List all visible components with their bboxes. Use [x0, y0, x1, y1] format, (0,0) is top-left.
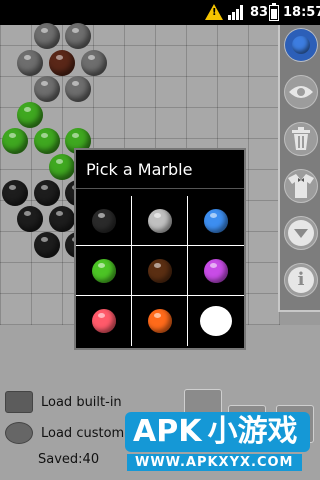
dialog-divider: [76, 188, 244, 189]
marble-option: [91, 309, 116, 333]
board-marble[interactable]: [81, 50, 107, 76]
blue-marble-icon[interactable]: [284, 28, 318, 62]
marble-grid: [76, 196, 244, 346]
apk-logo-cn: 小游戏: [207, 414, 298, 449]
marble-option: [91, 258, 116, 283]
marble-option-blue[interactable]: [188, 196, 244, 246]
marble-option: [200, 306, 232, 336]
load-custom-label: Load custom: [41, 425, 125, 441]
chevron-down-icon[interactable]: [284, 216, 318, 250]
pick-marble-dialog: Pick a Marble: [74, 148, 246, 350]
status-bar: ! 83 18:57: [0, 0, 320, 25]
marble-option: [147, 258, 172, 283]
clock: 18:57: [283, 5, 320, 20]
board-marble[interactable]: [49, 206, 75, 232]
dialog-title: Pick a Marble: [86, 160, 193, 179]
signal-icon: [228, 5, 246, 20]
marble-option-black[interactable]: [76, 196, 132, 246]
board-marble[interactable]: [17, 102, 43, 128]
marble-option-empty[interactable]: [188, 296, 244, 346]
marble-option-orange[interactable]: [132, 296, 188, 346]
battery-level: 83: [250, 5, 269, 20]
marble-option: [147, 208, 172, 233]
board-marble[interactable]: [65, 76, 91, 102]
warning-icon: !: [205, 4, 223, 20]
marble-option: [147, 309, 172, 333]
marble-option-gray[interactable]: [132, 196, 188, 246]
tuxedo-icon[interactable]: [284, 169, 318, 203]
board-marble[interactable]: [34, 180, 60, 206]
battery-icon: [269, 3, 279, 21]
board-marble[interactable]: [65, 23, 91, 49]
marble-option-green[interactable]: [76, 246, 132, 296]
board-marble[interactable]: [49, 50, 75, 76]
load-custom-radio[interactable]: [5, 422, 33, 444]
marble-option: [91, 208, 116, 233]
board-marble[interactable]: [34, 76, 60, 102]
marble-option: [204, 258, 228, 283]
board-marble[interactable]: [34, 23, 60, 49]
board-marble[interactable]: [2, 128, 28, 154]
saved-count: Saved:40: [38, 452, 100, 467]
board-marble[interactable]: [49, 154, 75, 180]
load-builtin-option[interactable]: Load built-in: [5, 390, 122, 414]
board-marble[interactable]: [2, 180, 28, 206]
info-icon[interactable]: i: [284, 263, 318, 297]
marble-option-purple[interactable]: [188, 246, 244, 296]
load-builtin-label: Load built-in: [41, 394, 122, 410]
apk-watermark: APK 小游戏 WWW.APKXYX.COM: [125, 412, 310, 471]
marble-option-red[interactable]: [76, 296, 132, 346]
eye-icon[interactable]: [284, 75, 318, 109]
board-marble[interactable]: [34, 232, 60, 258]
trash-icon[interactable]: [284, 122, 318, 156]
marble-option-brown[interactable]: [132, 246, 188, 296]
board-marble[interactable]: [17, 206, 43, 232]
side-toolbar: i: [278, 25, 320, 312]
board-marble[interactable]: [17, 50, 43, 76]
load-custom-option[interactable]: Load custom: [5, 421, 124, 445]
apk-url: WWW.APKXYX.COM: [127, 454, 302, 471]
apk-logo: APK 小游戏: [125, 412, 310, 452]
load-builtin-checkbox[interactable]: [5, 391, 33, 413]
apk-logo-text: APK: [133, 414, 202, 449]
marble-option: [204, 208, 228, 233]
board-marble[interactable]: [34, 128, 60, 154]
